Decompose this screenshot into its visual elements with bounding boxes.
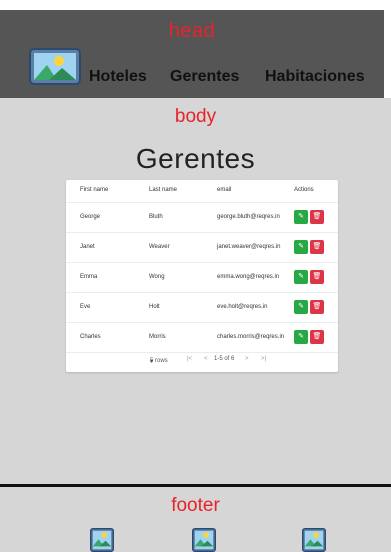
cell-email: eve.holt@reqres.in (217, 304, 268, 310)
cell-last-name: Morris (149, 334, 166, 340)
cell-last-name: Wong (149, 274, 165, 280)
header-title: head (168, 20, 216, 42)
table-row: Janet Weaver janet.weaver@reqres.in ✎ 🗑 (66, 232, 338, 263)
next-page-icon[interactable]: > (245, 356, 249, 362)
delete-button[interactable]: 🗑 (310, 300, 324, 314)
delete-button[interactable]: 🗑 (310, 210, 324, 224)
table-row: Charles Morris charles.morris@reqres.in … (66, 322, 338, 353)
cell-last-name: Weaver (149, 244, 170, 250)
footer-title: footer (171, 495, 220, 516)
pagination: 5 rows ▾ |< < 1-5 of 6 > >| (66, 354, 338, 368)
edit-button[interactable]: ✎ (294, 270, 308, 284)
page-title: Gerentes (135, 143, 256, 174)
footer: footer (0, 487, 391, 552)
table-row: Emma Wong emma.wong@reqres.in ✎ 🗑 (66, 262, 338, 293)
dropdown-icon: ▾ (150, 359, 154, 365)
cell-email: george.bluth@reqres.in (217, 214, 280, 220)
cell-email: emma.wong@reqres.in (217, 274, 280, 280)
header: head Hoteles Gerentes Habitaciones (0, 10, 384, 98)
prev-page-icon[interactable]: < (204, 356, 208, 362)
last-page-icon[interactable]: >| (261, 356, 266, 362)
image-icon[interactable] (187, 528, 221, 552)
cell-first-name: Charles (80, 334, 101, 340)
cell-last-name: Bluth (149, 214, 163, 220)
delete-icon: 🗑 (312, 333, 322, 340)
body-title: body (174, 106, 217, 127)
edit-icon: ✎ (298, 333, 304, 340)
managers-table: First name Last name email Actions Georg… (66, 180, 338, 372)
table-row: Eve Holt eve.holt@reqres.in ✎ 🗑 (66, 292, 338, 323)
delete-button[interactable]: 🗑 (310, 240, 324, 254)
delete-icon: 🗑 (312, 273, 322, 280)
edit-icon: ✎ (298, 303, 304, 310)
cell-first-name: Emma (80, 274, 98, 280)
edit-button[interactable]: ✎ (294, 300, 308, 314)
table-row: George Bluth george.bluth@reqres.in ✎ 🗑 (66, 202, 338, 233)
nav-hoteles[interactable]: Hoteles (89, 68, 147, 86)
nav-gerentes[interactable]: Gerentes (170, 68, 239, 86)
column-header-last-name[interactable]: Last name (149, 187, 177, 193)
pagination-range: 1-5 of 6 (214, 356, 235, 362)
edit-button[interactable]: ✎ (294, 210, 308, 224)
table-header: First name Last name email Actions (66, 180, 338, 203)
column-header-first-name[interactable]: First name (80, 187, 108, 193)
cell-first-name: George (80, 214, 101, 220)
main-nav: Hoteles Gerentes Habitaciones (89, 68, 384, 92)
edit-button[interactable]: ✎ (294, 240, 308, 254)
cell-first-name: Eve (80, 304, 91, 310)
image-icon[interactable] (85, 528, 119, 552)
cell-email: janet.weaver@reqres.in (217, 244, 281, 250)
delete-icon: 🗑 (312, 213, 322, 220)
edit-icon: ✎ (298, 213, 304, 220)
edit-button[interactable]: ✎ (294, 330, 308, 344)
cell-email: charles.morris@reqres.in (217, 334, 285, 340)
main-section: body Gerentes First name Last name email… (0, 98, 391, 484)
edit-icon: ✎ (298, 273, 304, 280)
delete-icon: 🗑 (312, 243, 322, 250)
edit-icon: ✎ (298, 243, 304, 250)
nav-habitaciones[interactable]: Habitaciones (265, 68, 365, 86)
column-header-email[interactable]: email (217, 187, 231, 193)
first-page-icon[interactable]: |< (187, 356, 192, 362)
cell-last-name: Holt (149, 304, 160, 310)
image-icon[interactable] (29, 48, 81, 85)
cell-first-name: Janet (80, 244, 95, 250)
delete-button[interactable]: 🗑 (310, 270, 324, 284)
column-header-actions: Actions (294, 187, 314, 193)
delete-icon: 🗑 (312, 303, 322, 310)
delete-button[interactable]: 🗑 (310, 330, 324, 344)
image-icon[interactable] (297, 528, 331, 552)
